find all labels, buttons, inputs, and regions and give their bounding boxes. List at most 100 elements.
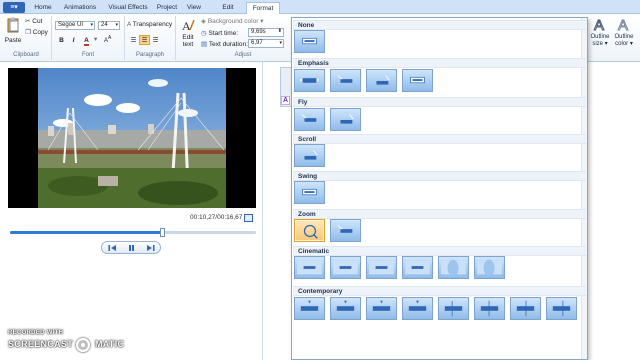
tab-format[interactable]: Format bbox=[246, 2, 280, 14]
start-time-input[interactable]: 9,69s ⬍ bbox=[248, 28, 284, 37]
align-left-button[interactable]: ☰ bbox=[128, 35, 139, 45]
effect-thumbnail-fly-2[interactable] bbox=[330, 108, 361, 131]
italic-button[interactable]: I bbox=[68, 35, 79, 45]
transparency-button[interactable]: A Transparency bbox=[127, 21, 172, 28]
gallery-category-emphasis: Emphasis bbox=[293, 58, 586, 68]
effect-thumbnail-emphasis-1[interactable] bbox=[294, 69, 325, 92]
seek-bar[interactable] bbox=[10, 228, 256, 237]
group-label-clipboard: Clipboard bbox=[13, 52, 39, 58]
effect-thumbnail-cinematic-4[interactable] bbox=[402, 256, 433, 279]
previous-frame-icon[interactable] bbox=[108, 244, 117, 252]
effect-preview-icon bbox=[333, 260, 358, 275]
align-right-button[interactable]: ☰ bbox=[150, 35, 161, 45]
font-color-dropdown[interactable]: ▾ bbox=[94, 35, 97, 43]
gallery-category-fly: Fly bbox=[293, 97, 586, 107]
effect-thumbnail-scroll-1[interactable] bbox=[294, 144, 325, 167]
duration-input[interactable]: 6,97 ▾ bbox=[248, 39, 284, 48]
file-menu-button[interactable]: ≡▾ bbox=[3, 2, 25, 13]
effect-thumbnail-emphasis-4[interactable] bbox=[402, 69, 433, 92]
effect-thumbnail-contemporary-2[interactable] bbox=[330, 297, 361, 320]
ribbon-separator bbox=[124, 16, 125, 60]
duration-label: ▤ Text duration: bbox=[201, 40, 248, 48]
effect-preview-icon bbox=[552, 300, 571, 317]
screencast-watermark: RECORDED WITH SCREENCAST MATIC bbox=[6, 330, 126, 354]
effect-thumbnail-zoom-2[interactable] bbox=[330, 219, 361, 242]
effect-preview-icon bbox=[480, 300, 499, 317]
effect-thumbnail-contemporary-8[interactable] bbox=[546, 297, 577, 320]
font-size-select[interactable]: 24 ▾ bbox=[98, 21, 120, 30]
scissors-icon: ✂ bbox=[25, 18, 31, 25]
copy-label: Copy bbox=[32, 29, 48, 36]
ribbon-separator bbox=[51, 16, 52, 60]
font-color-button[interactable]: A bbox=[81, 35, 92, 46]
effect-thumbnail-contemporary-5[interactable] bbox=[438, 297, 469, 320]
edit-text-button[interactable]: A Edit text bbox=[179, 18, 197, 48]
tab-view[interactable]: View bbox=[183, 2, 205, 14]
seek-thumb[interactable] bbox=[159, 228, 165, 237]
align-center-button[interactable]: ☰ bbox=[139, 35, 150, 45]
bold-label: B bbox=[59, 37, 64, 44]
effect-thumbnail-cinematic-3[interactable] bbox=[366, 256, 397, 279]
effect-preview-icon bbox=[516, 300, 535, 317]
bold-button[interactable]: B bbox=[56, 35, 67, 45]
gallery-scrollbar[interactable] bbox=[581, 18, 587, 359]
tab-animations[interactable]: Animations bbox=[60, 2, 100, 14]
right-pane bbox=[588, 62, 640, 360]
effect-thumbnail-contemporary-7[interactable] bbox=[510, 297, 541, 320]
effect-thumbnail-emphasis-3[interactable] bbox=[366, 69, 397, 92]
gallery-category-cinematic: Cinematic bbox=[293, 246, 586, 256]
gallery-category-contemporary: Contemporary bbox=[293, 286, 586, 296]
align-center-icon: ☰ bbox=[141, 37, 148, 44]
tab-project[interactable]: Project bbox=[154, 2, 180, 14]
effect-preview-icon bbox=[336, 300, 355, 311]
chevron-down-icon: ▾ bbox=[90, 22, 93, 28]
chevron-down-icon: ▾ bbox=[260, 18, 264, 25]
effect-thumbnail-cinematic-6[interactable] bbox=[474, 256, 505, 279]
effect-thumbnail-contemporary-4[interactable] bbox=[402, 297, 433, 320]
edit-text-line1: Edit bbox=[182, 34, 194, 41]
effect-thumbnail-cinematic-5[interactable] bbox=[438, 256, 469, 279]
effect-thumbnail-contemporary-1[interactable] bbox=[294, 297, 325, 320]
effect-thumbnail-contemporary-3[interactable] bbox=[366, 297, 397, 320]
background-color-button[interactable]: ◈ Background color ▾ bbox=[201, 17, 263, 25]
pause-icon[interactable] bbox=[127, 244, 136, 252]
playback-timecode: 00:10,27/00:16,67 bbox=[190, 214, 243, 221]
duration-value: 6,97 bbox=[251, 40, 263, 46]
outline-color-button[interactable]: A Outline color ▾ bbox=[612, 16, 636, 48]
text-effects-gallery: None Emphasis Fly Scroll Swing Zoom Cinematic C… bbox=[291, 17, 588, 360]
font-size-value: 24 bbox=[101, 22, 108, 28]
paste-button[interactable]: Paste bbox=[4, 17, 22, 49]
effect-preview-icon bbox=[369, 260, 394, 275]
tab-edit[interactable]: Edit bbox=[218, 2, 238, 14]
paste-label: Paste bbox=[4, 37, 22, 44]
outline-size-button[interactable]: A Outline size ▾ bbox=[589, 16, 611, 48]
cut-button[interactable]: ✂ Cut bbox=[25, 17, 42, 25]
fullscreen-icon[interactable] bbox=[244, 214, 253, 222]
effect-thumbnail-contemporary-6[interactable] bbox=[474, 297, 505, 320]
effect-thumbnail-fly-1[interactable] bbox=[294, 108, 325, 131]
copy-icon: ❐ bbox=[25, 29, 31, 36]
effect-thumbnail-cinematic-1[interactable] bbox=[294, 256, 325, 279]
tab-visual-effects[interactable]: Visual Effects bbox=[104, 2, 152, 14]
start-time-text: Start time: bbox=[208, 30, 239, 37]
effect-thumbnail-none-1[interactable] bbox=[294, 30, 325, 53]
effect-thumbnail-cinematic-2[interactable] bbox=[330, 256, 361, 279]
grow-font-button[interactable]: AA bbox=[104, 35, 111, 44]
effect-thumbnail-swing-1[interactable] bbox=[294, 181, 325, 204]
italic-label: I bbox=[72, 37, 75, 44]
next-frame-icon[interactable] bbox=[146, 244, 155, 252]
gallery-category-zoom: Zoom bbox=[293, 209, 586, 219]
effect-thumbnail-emphasis-2[interactable] bbox=[330, 69, 361, 92]
outline-color-icon: A bbox=[618, 17, 629, 35]
video-preview[interactable] bbox=[8, 68, 256, 208]
outline-size-icon: A bbox=[594, 17, 605, 35]
font-family-select[interactable]: Segoe UI ▾ bbox=[55, 21, 95, 30]
tab-home[interactable]: Home bbox=[30, 2, 56, 14]
clip-caption-marker[interactable]: A bbox=[281, 96, 291, 105]
effect-thumbnail-zoom-1[interactable] bbox=[294, 219, 325, 242]
edit-text-icon: A bbox=[182, 19, 195, 33]
copy-button[interactable]: ❐ Copy bbox=[25, 28, 48, 36]
chevron-down-icon: ▾ bbox=[94, 36, 98, 43]
group-label-adjust: Adjust bbox=[234, 52, 252, 58]
effect-preview-icon bbox=[304, 150, 318, 160]
